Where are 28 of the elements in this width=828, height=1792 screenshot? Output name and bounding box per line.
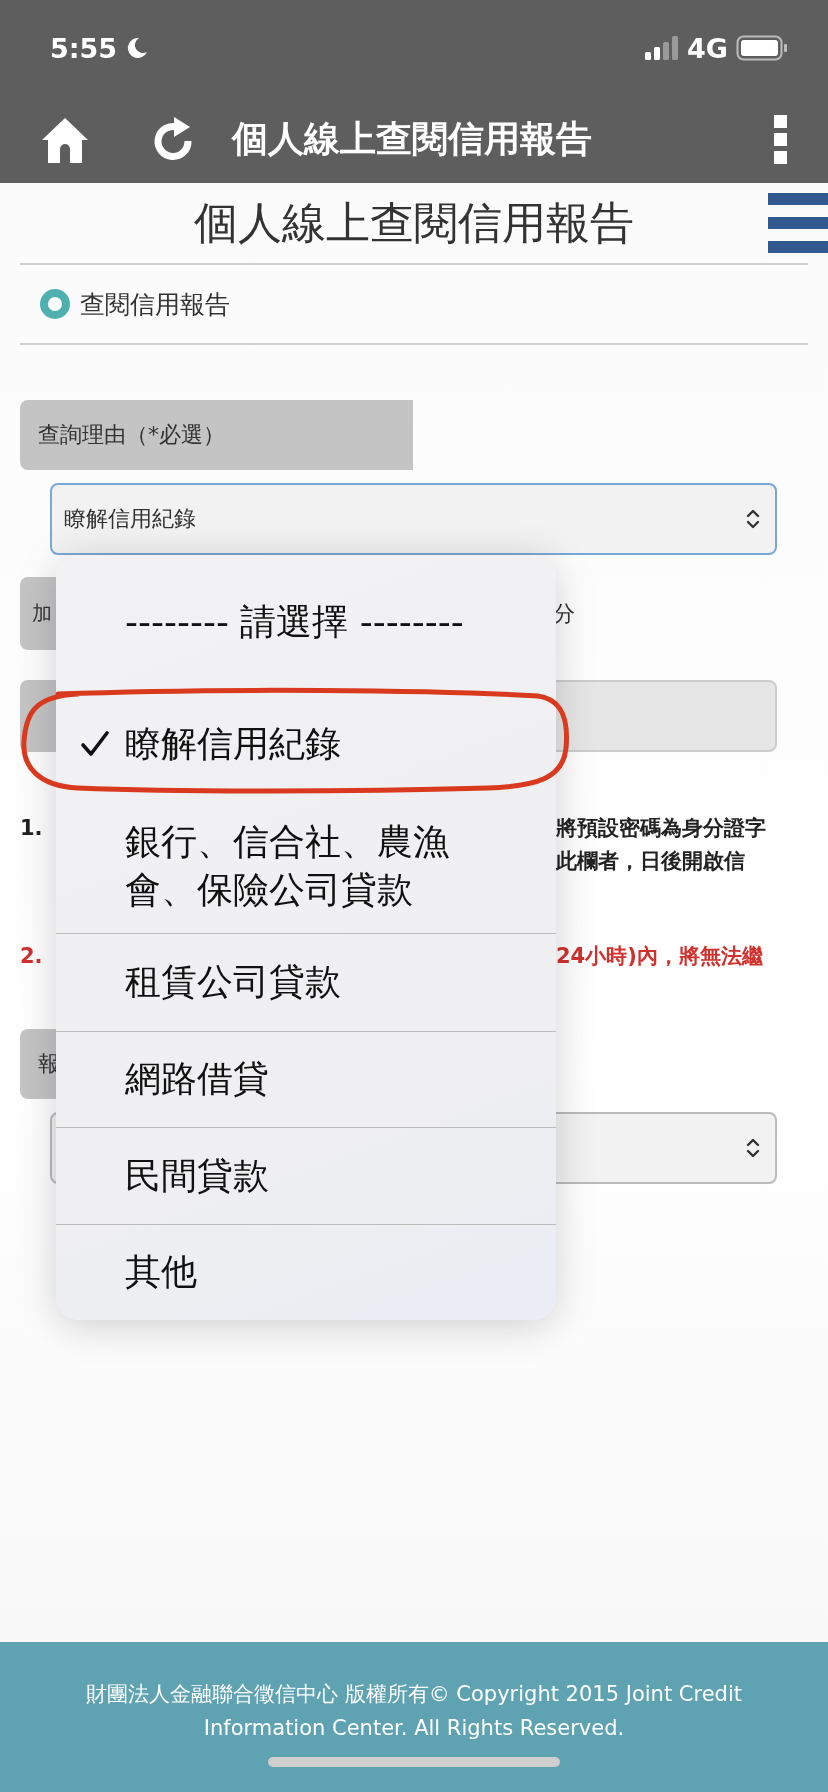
page-title: 個人線上查閱信用報告 [193, 195, 635, 250]
dropdown-option[interactable]: 瞭解信用紀錄 [56, 689, 556, 799]
chevron-icon [745, 508, 761, 530]
copyright-text: 財團法人金融聯合徵信中心 版權所有© Copyright 2015 Joint Credit Information Center. All Rights Reserved. [85, 1681, 743, 1742]
check-icon [80, 730, 110, 758]
note-text: 24小時)內，將無法繼 [556, 943, 764, 970]
battery-icon [736, 35, 788, 61]
status-time: 5:55 [50, 32, 118, 64]
dropdown-option[interactable]: 民間貸款 [56, 1127, 556, 1224]
dropdown-option[interactable]: 銀行、信合社、農漁會、保險公司貸款 [56, 798, 556, 933]
menu-icon[interactable] [768, 193, 828, 253]
radio-button[interactable] [40, 289, 70, 319]
dropdown-option[interactable]: 網路借貸 [56, 1030, 556, 1127]
note-number: 2. [20, 943, 44, 970]
radio-label: 查閱信用報告 [80, 288, 230, 321]
note-text: 將預設密碼為身分證字 [556, 815, 767, 842]
note-text: 此欄者，日後開啟信 [556, 848, 746, 875]
signal-icon [645, 36, 680, 60]
reason-select[interactable]: 瞭解信用紀錄 [50, 483, 777, 555]
network-label: 4G [687, 32, 728, 64]
moon-icon [125, 36, 150, 60]
toolbar-title: 個人線上查閱信用報告 [232, 117, 593, 161]
dropdown-option[interactable]: 其他 [56, 1223, 556, 1320]
dropdown-option[interactable]: 租賃公司貸款 [56, 933, 556, 1031]
note-number: 1. [20, 815, 44, 842]
chevron-icon [745, 1137, 761, 1159]
field-label: 查詢理由（*必選） [20, 400, 413, 470]
more-icon[interactable] [774, 114, 788, 165]
